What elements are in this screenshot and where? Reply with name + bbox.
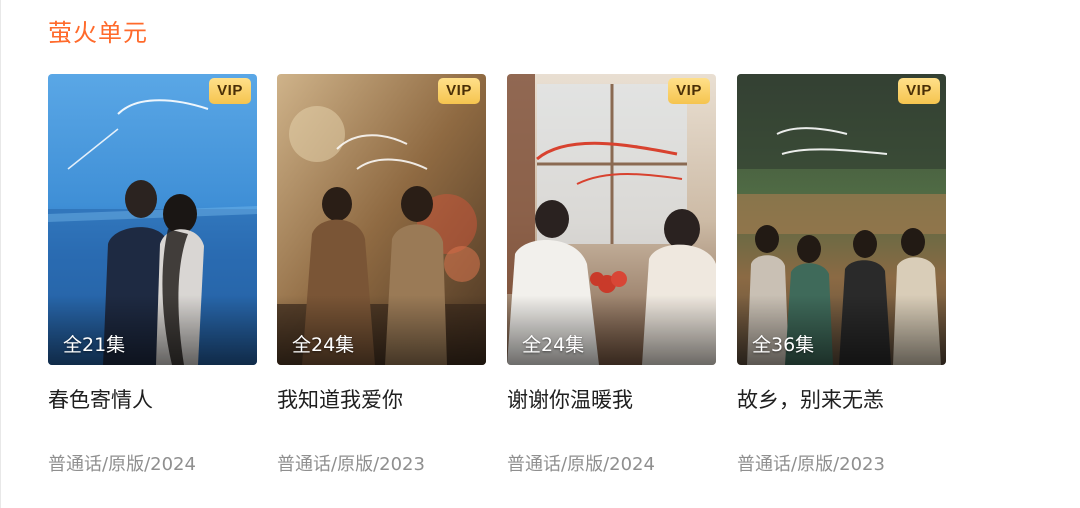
drama-card-4[interactable]: VIP 全36集 故乡，别来无恙 普通话/原版/2023 <box>737 74 946 478</box>
vip-badge: VIP <box>898 78 940 104</box>
drama-meta: 普通话/原版/2023 <box>277 454 425 475</box>
episode-count: 全24集 <box>522 334 585 356</box>
episode-count: 全36集 <box>752 334 815 356</box>
drama-meta: 普通话/原版/2023 <box>737 454 885 475</box>
drama-title[interactable]: 我知道我爱你 <box>277 384 486 416</box>
drama-section: 萤火单元 VIP 全21集 春色寄情人 普通话/原版/2024 VIP 全24集… <box>0 0 1080 508</box>
drama-card-3[interactable]: VIP 全24集 谢谢你温暖我 普通话/原版/2024 <box>507 74 716 478</box>
poster[interactable]: VIP 全36集 <box>737 74 946 365</box>
vip-badge: VIP <box>209 78 251 104</box>
drama-title[interactable]: 故乡，别来无恙 <box>737 384 946 416</box>
drama-card-2[interactable]: VIP 全24集 我知道我爱你 普通话/原版/2023 <box>277 74 486 478</box>
drama-title[interactable]: 春色寄情人 <box>48 384 257 416</box>
drama-title[interactable]: 谢谢你温暖我 <box>507 384 716 416</box>
section-title: 萤火单元 <box>48 19 148 47</box>
drama-meta: 普通话/原版/2024 <box>507 454 655 475</box>
vip-badge: VIP <box>438 78 480 104</box>
vip-badge: VIP <box>668 78 710 104</box>
drama-card-1[interactable]: VIP 全21集 春色寄情人 普通话/原版/2024 <box>48 74 257 478</box>
poster[interactable]: VIP 全24集 <box>507 74 716 365</box>
poster[interactable]: VIP 全21集 <box>48 74 257 365</box>
poster[interactable]: VIP 全24集 <box>277 74 486 365</box>
drama-meta: 普通话/原版/2024 <box>48 454 196 475</box>
episode-count: 全24集 <box>292 334 355 356</box>
episode-count: 全21集 <box>63 334 126 356</box>
